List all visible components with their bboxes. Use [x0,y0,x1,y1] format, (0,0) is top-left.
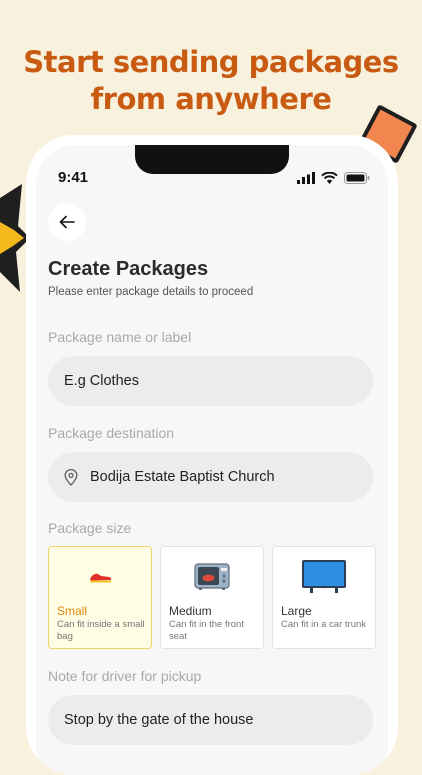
package-size-options: Small Can fit inside a small bag Medium … [48,546,376,649]
page-title: Create Packages [48,258,209,280]
package-name-label: Package name or label [48,329,192,345]
location-pin-icon [64,468,78,486]
status-time: 9:41 [58,169,89,186]
promo-headline-line1: Start sending packages [23,45,399,79]
size-option-medium[interactable]: Medium Can fit in the front seat [160,546,264,649]
signal-icon [297,172,315,184]
package-name-placeholder: E.g Clothes [64,373,139,389]
promo-headline: Start sending packages from anywhere [0,44,422,118]
package-name-input[interactable]: E.g Clothes [48,356,373,406]
destination-value: Bodija Estate Baptist Church [90,469,275,485]
size-option-small-desc: Can fit inside a small bag [57,619,145,642]
destination-label: Package destination [48,425,175,441]
destination-input[interactable]: Bodija Estate Baptist Church [48,452,373,502]
promo-headline-line2: from anywhere [90,82,332,116]
size-option-small[interactable]: Small Can fit inside a small bag [48,546,152,649]
size-option-large-name: Large [281,604,312,618]
size-option-medium-name: Medium [169,604,212,618]
app-screen: 9:41 Create Packages Please enter packag… [36,145,388,775]
driver-note-value: Stop by the gate of the house [64,712,254,728]
size-option-large-desc: Can fit in a car trunk [281,619,367,630]
driver-note-label: Note for driver for pickup [48,668,202,684]
page-subtitle: Please enter package details to proceed [48,286,254,298]
tv-icon [273,557,375,597]
arrow-left-icon [59,215,75,229]
size-option-small-name: Small [57,604,88,618]
microwave-icon [161,557,263,597]
size-option-medium-desc: Can fit in the front seat [169,619,244,642]
phone-notch [135,145,289,174]
back-button[interactable] [48,203,86,241]
driver-note-input[interactable]: Stop by the gate of the house [48,695,373,745]
size-option-large[interactable]: Large Can fit in a car trunk [272,546,376,649]
shoe-icon [49,557,151,597]
battery-icon [344,172,370,184]
phone-frame: 9:41 Create Packages Please enter packag… [26,135,398,775]
package-size-label: Package size [48,520,132,536]
status-icons [297,172,370,184]
wifi-icon [321,172,338,184]
